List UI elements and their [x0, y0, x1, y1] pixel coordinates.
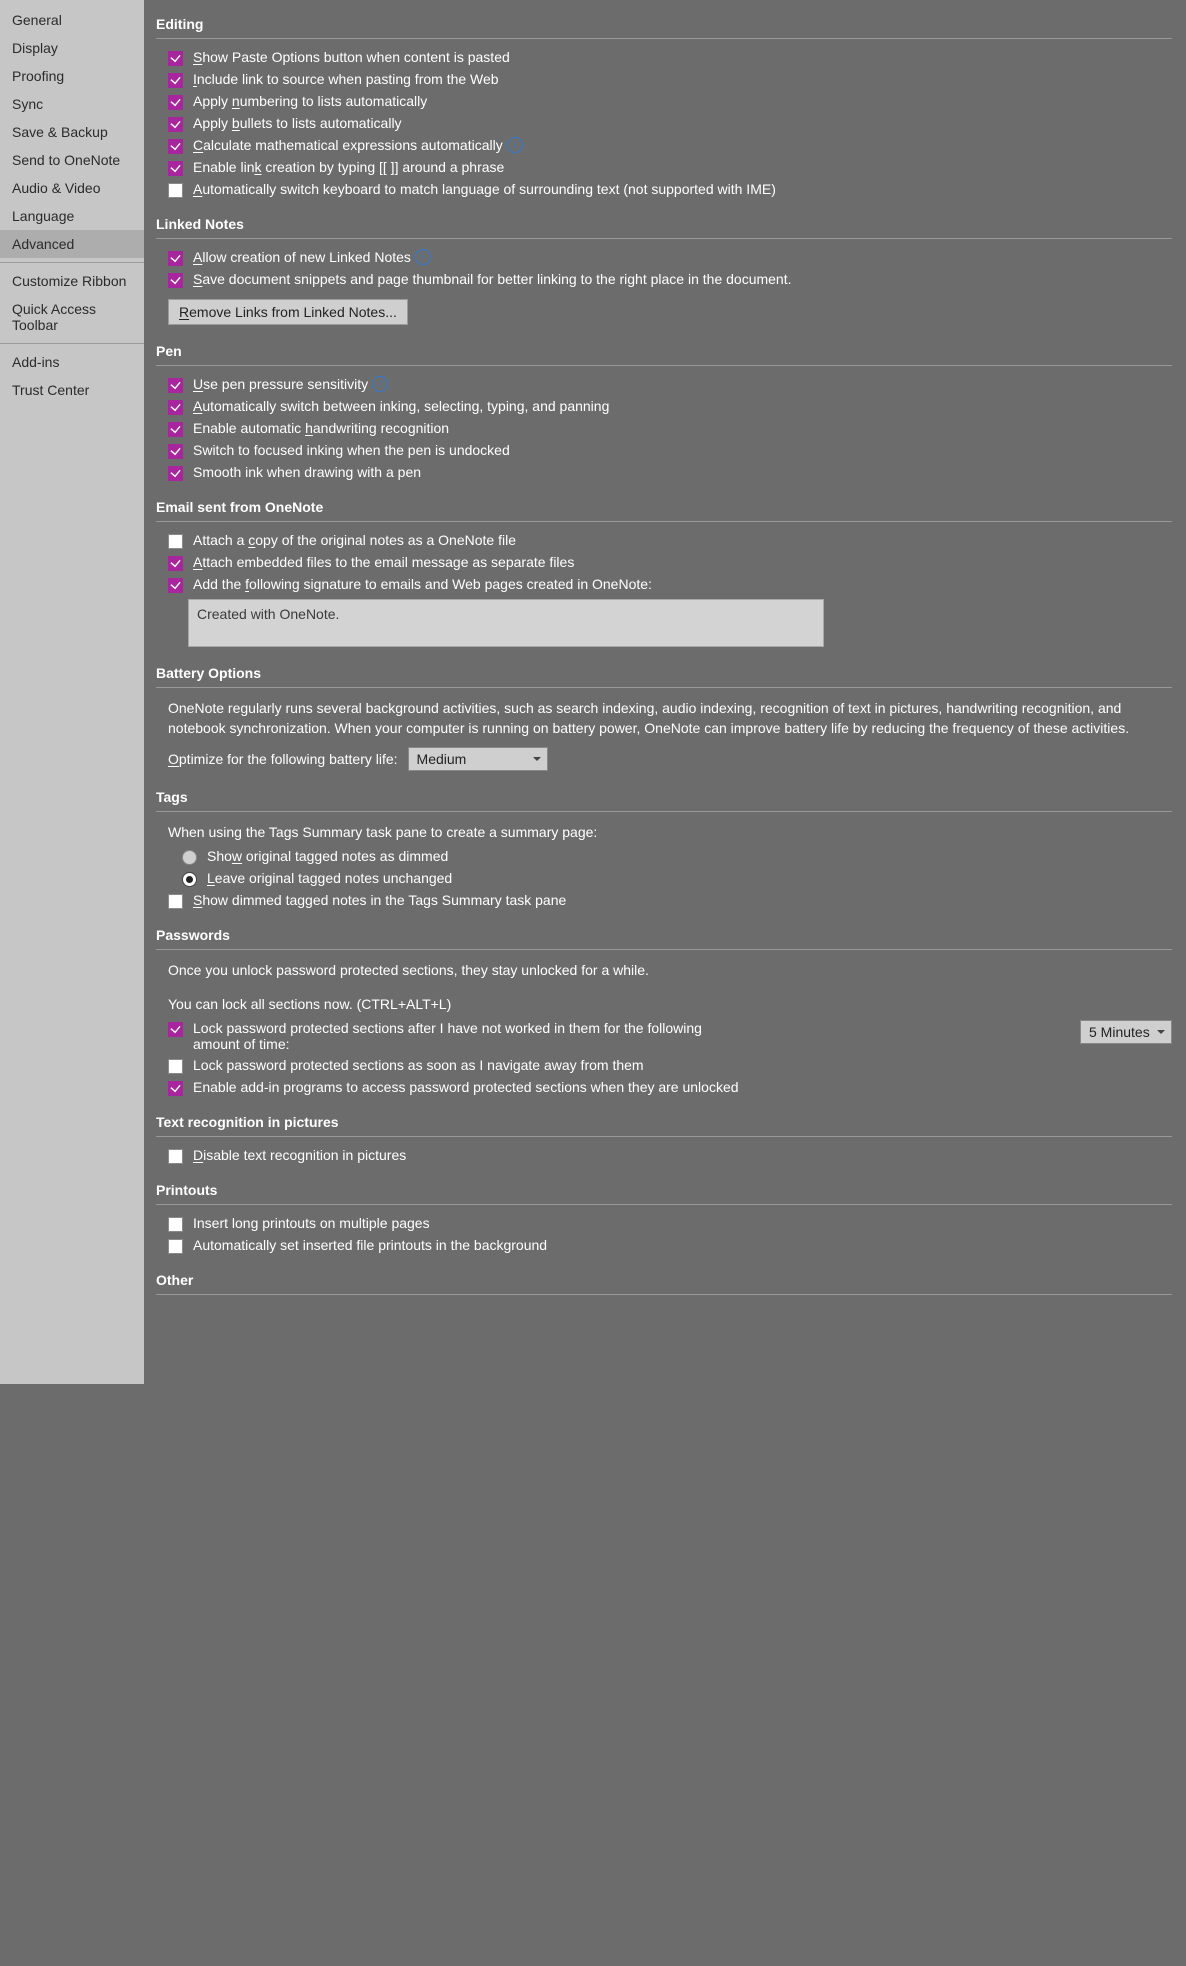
sidebar-item[interactable]: Audio & Video	[0, 174, 144, 202]
sidebar-item[interactable]: Customize Ribbon	[0, 267, 144, 295]
checkbox[interactable]	[168, 161, 183, 176]
option-label: Include link to source when pasting from…	[193, 71, 499, 87]
option-label: Automatically switch keyboard to match l…	[193, 181, 776, 197]
battery-optimize-label: Optimize for the following battery life:	[168, 751, 398, 767]
option-label: Enable add-in programs to access passwor…	[193, 1079, 739, 1095]
checkbox[interactable]	[168, 1149, 183, 1164]
option-label: Attach a copy of the original notes as a…	[193, 532, 516, 548]
checkbox[interactable]	[168, 444, 183, 459]
checkbox[interactable]	[168, 1081, 183, 1096]
section-title-editing: Editing	[156, 16, 1172, 32]
checkbox[interactable]	[168, 466, 183, 481]
section-title-email: Email sent from OneNote	[156, 499, 1172, 515]
sidebar-item[interactable]: Proofing	[0, 62, 144, 90]
option-label: Lock password protected sections after I…	[193, 1020, 733, 1052]
sidebar-item[interactable]: Advanced	[0, 230, 144, 258]
radio[interactable]	[182, 850, 197, 865]
sidebar-item[interactable]: Trust Center	[0, 376, 144, 404]
option-label: Switch to focused inking when the pen is…	[193, 442, 510, 458]
sidebar-item[interactable]: General	[0, 6, 144, 34]
info-icon[interactable]: i	[372, 376, 388, 392]
section-title-tags: Tags	[156, 789, 1172, 805]
sidebar-item[interactable]: Sync	[0, 90, 144, 118]
option-label: Calculate mathematical expressions autom…	[193, 137, 503, 153]
info-icon[interactable]: i	[415, 249, 431, 265]
section-title-other: Other	[156, 1272, 1172, 1288]
battery-life-select[interactable]: Medium	[408, 747, 548, 771]
section-title-battery: Battery Options	[156, 665, 1172, 681]
checkbox[interactable]	[168, 251, 183, 266]
sidebar-item[interactable]: Quick Access Toolbar	[0, 295, 144, 339]
checkbox[interactable]	[168, 378, 183, 393]
checkbox[interactable]	[168, 1022, 183, 1037]
checkbox[interactable]	[168, 894, 183, 909]
option-label: Enable link creation by typing [[ ]] aro…	[193, 159, 504, 175]
option-label: Apply numbering to lists automatically	[193, 93, 427, 109]
checkbox[interactable]	[168, 1217, 183, 1232]
checkbox[interactable]	[168, 183, 183, 198]
checkbox[interactable]	[168, 400, 183, 415]
option-label: Show dimmed tagged notes in the Tags Sum…	[193, 892, 566, 908]
option-label: Use pen pressure sensitivity	[193, 376, 368, 392]
checkbox[interactable]	[168, 534, 183, 549]
option-label: Add the following signature to emails an…	[193, 576, 652, 592]
option-label: Enable automatic handwriting recognition	[193, 420, 449, 436]
sidebar-separator	[0, 262, 144, 263]
email-signature-input[interactable]: Created with OneNote.	[188, 599, 824, 647]
option-label: Show Paste Options button when content i…	[193, 49, 510, 65]
checkbox[interactable]	[168, 95, 183, 110]
checkbox[interactable]	[168, 117, 183, 132]
option-label: Disable text recognition in pictures	[193, 1147, 406, 1163]
checkbox[interactable]	[168, 1059, 183, 1074]
checkbox[interactable]	[168, 139, 183, 154]
option-label: Apply bullets to lists automatically	[193, 115, 402, 131]
option-label: Smooth ink when drawing with a pen	[193, 464, 421, 480]
section-title-textrec: Text recognition in pictures	[156, 1114, 1172, 1130]
option-label: Attach embedded files to the email messa…	[193, 554, 574, 570]
checkbox[interactable]	[168, 556, 183, 571]
lock-timeout-select[interactable]: 5 Minutes	[1080, 1020, 1172, 1044]
section-title-pen: Pen	[156, 343, 1172, 359]
passwords-desc2: You can lock all sections now. (CTRL+ALT…	[168, 994, 1172, 1014]
option-label: Insert long printouts on multiple pages	[193, 1215, 430, 1231]
main-panel: Editing Show Paste Options button when c…	[144, 0, 1186, 1384]
info-icon[interactable]: i	[507, 137, 523, 153]
sidebar-item[interactable]: Send to OneNote	[0, 146, 144, 174]
sidebar-item[interactable]: Save & Backup	[0, 118, 144, 146]
passwords-desc1: Once you unlock password protected secti…	[168, 960, 1172, 980]
checkbox[interactable]	[168, 73, 183, 88]
sidebar: GeneralDisplayProofingSyncSave & BackupS…	[0, 0, 144, 1384]
checkbox[interactable]	[168, 1239, 183, 1254]
sidebar-item[interactable]: Display	[0, 34, 144, 62]
section-title-printouts: Printouts	[156, 1182, 1172, 1198]
sidebar-separator	[0, 343, 144, 344]
checkbox[interactable]	[168, 51, 183, 66]
option-label: Lock password protected sections as soon…	[193, 1057, 644, 1073]
checkbox[interactable]	[168, 422, 183, 437]
checkbox[interactable]	[168, 578, 183, 593]
tags-description: When using the Tags Summary task pane to…	[168, 822, 1172, 842]
option-label: Automatically switch between inking, sel…	[193, 398, 609, 414]
option-label: Show original tagged notes as dimmed	[207, 848, 448, 864]
section-title-linked: Linked Notes	[156, 216, 1172, 232]
radio[interactable]	[182, 872, 197, 887]
checkbox[interactable]	[168, 273, 183, 288]
section-title-passwords: Passwords	[156, 927, 1172, 943]
option-label: Automatically set inserted file printout…	[193, 1237, 547, 1253]
option-label: Save document snippets and page thumbnai…	[193, 271, 792, 287]
option-label: Allow creation of new Linked Notes	[193, 249, 411, 265]
option-label: Leave original tagged notes unchanged	[207, 870, 452, 886]
sidebar-item[interactable]: Add-ins	[0, 348, 144, 376]
remove-links-button[interactable]: Remove Links from Linked Notes...	[168, 299, 408, 325]
battery-description: OneNote regularly runs several backgroun…	[168, 698, 1172, 739]
sidebar-item[interactable]: Language	[0, 202, 144, 230]
